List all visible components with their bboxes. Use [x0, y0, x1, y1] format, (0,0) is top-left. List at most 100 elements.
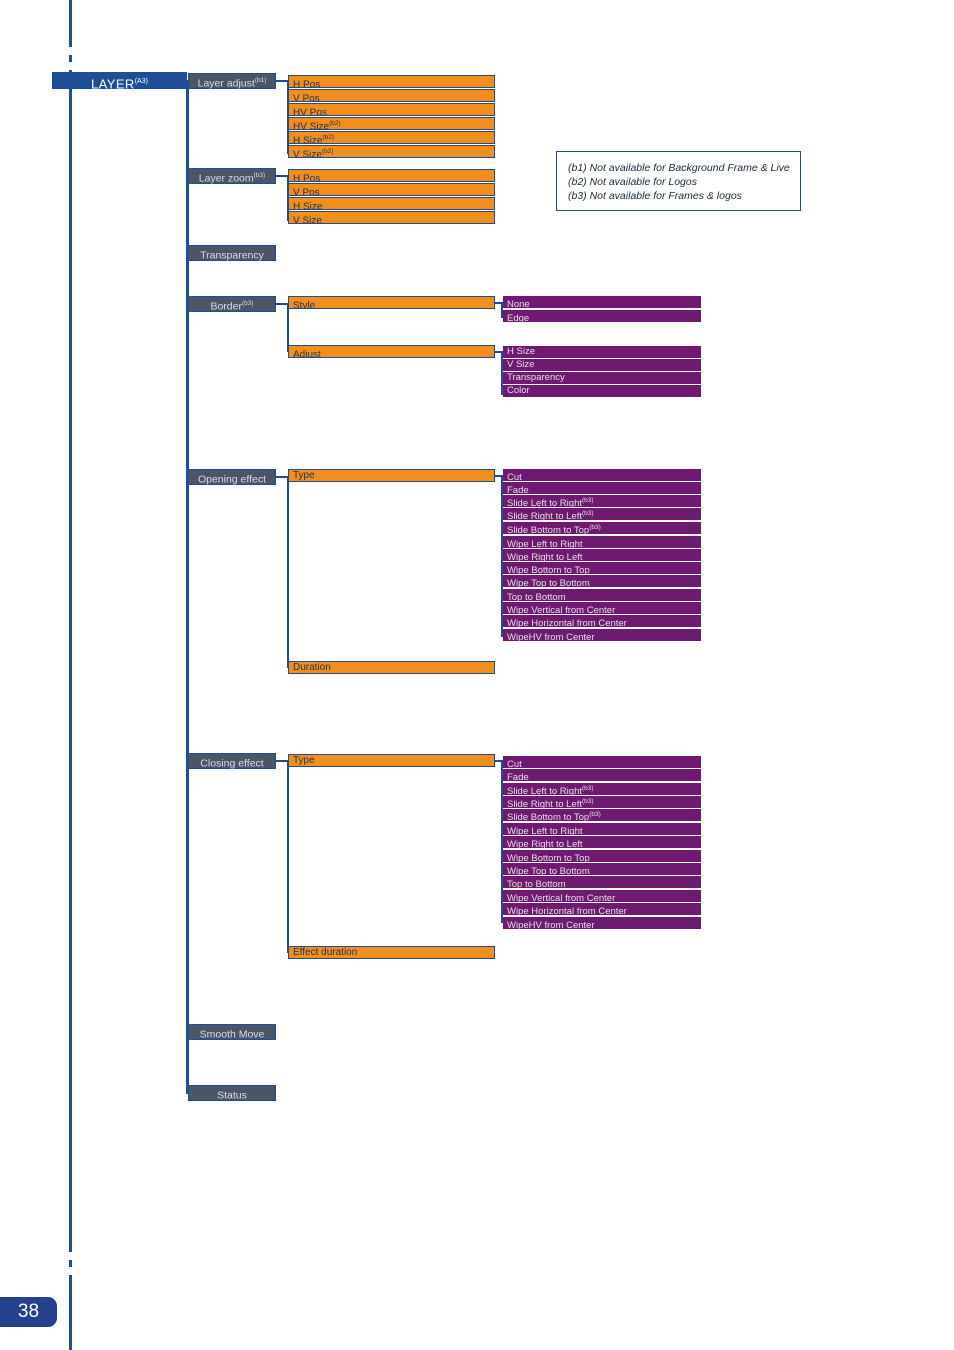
item-opening-type-slide-bottom-to-top[interactable]: Slide Bottom to Top(b3) — [503, 522, 701, 534]
item-opening-type-top-to-bottom[interactable]: Top to Bottom — [503, 589, 701, 601]
item-label: Edge — [507, 313, 530, 322]
item-closing-type-wipe-right-to-left[interactable]: Wipe Right to Left — [503, 836, 701, 848]
item-opening-type-wipe-top-to-bottom[interactable]: Wipe Top to Bottom — [503, 575, 701, 587]
menu-tree-diagram: LAYER(A3) Layer adjust(b1) H Pos V Pos H… — [0, 0, 954, 1350]
item-label: Slide Left to Right — [507, 498, 582, 507]
item-label: Effect duration — [293, 947, 358, 958]
node-status[interactable]: Status — [188, 1085, 276, 1102]
item-closing-type-slide-bottom-to-top[interactable]: Slide Bottom to Top(b3) — [503, 809, 701, 821]
node-layer-adjust-label: Layer adjust — [197, 77, 255, 90]
item-label: WipeHV from Center — [507, 632, 595, 641]
item-label: Wipe Horizontal from Center — [507, 618, 627, 627]
item-layer-adjust-v-size[interactable]: V Size(b2) — [288, 145, 495, 158]
item-label: Fade — [507, 772, 529, 781]
item-sup: (b2) — [322, 134, 335, 141]
trunk-dotted-bottom — [69, 1245, 72, 1275]
item-layer-adjust-h-pos[interactable]: H Pos — [288, 75, 495, 88]
node-root-layer-sup: (A3) — [134, 78, 148, 85]
item-closing-type-wipe-top-to-bottom[interactable]: Wipe Top to Bottom — [503, 863, 701, 875]
item-sup: (b3) — [589, 811, 601, 818]
item-opening-type[interactable]: Type — [288, 469, 495, 482]
node-opening-effect[interactable]: Opening effect — [188, 469, 276, 486]
node-opening-effect-label: Opening effect — [197, 473, 267, 486]
item-opening-type-slide-right-to-left[interactable]: Slide Right to Left(b3) — [503, 508, 701, 520]
item-label: Top to Bottom — [507, 879, 566, 888]
item-label: Wipe Top to Bottom — [507, 578, 590, 587]
item-label: WipeHV from Center — [507, 920, 595, 929]
item-opening-type-wipe-left-to-right[interactable]: Wipe Left to Right — [503, 536, 701, 548]
item-label: H Size — [293, 135, 323, 144]
node-transparency[interactable]: Transparency — [188, 245, 276, 262]
node-status-label: Status — [217, 1089, 247, 1102]
item-opening-type-slide-left-to-right[interactable]: Slide Left to Right(b3) — [503, 495, 701, 507]
item-closing-type-slide-right-to-left[interactable]: Slide Right to Left(b3) — [503, 796, 701, 808]
item-opening-type-wipe-right-to-left[interactable]: Wipe Right to Left — [503, 549, 701, 561]
item-label: Transparency — [507, 372, 565, 383]
item-layer-adjust-h-size[interactable]: H Size(b2) — [288, 131, 495, 144]
item-layer-zoom-h-size[interactable]: H Size — [288, 197, 495, 210]
item-layer-adjust-v-pos[interactable]: V Pos — [288, 89, 495, 102]
item-border-style-none[interactable]: None — [503, 296, 701, 308]
item-border-style[interactable]: Style — [288, 296, 495, 309]
item-opening-type-fade[interactable]: Fade — [503, 482, 701, 494]
item-closing-type-wipe-horizontal-center[interactable]: Wipe Horizontal from Center — [503, 903, 701, 915]
item-opening-type-wipe-vertical-center[interactable]: Wipe Vertical from Center — [503, 602, 701, 614]
item-closing-type-fade[interactable]: Fade — [503, 769, 701, 781]
legend-line-1: (b1) Not available for Background Frame … — [568, 162, 790, 174]
item-label: HV Size — [293, 121, 330, 130]
item-opening-type-cut[interactable]: Cut — [503, 469, 701, 481]
item-border-adjust-transparency[interactable]: Transparency — [503, 372, 701, 384]
item-closing-type-wipe-vertical-center[interactable]: Wipe Vertical from Center — [503, 890, 701, 902]
item-closing-type-wipe-left-to-right[interactable]: Wipe Left to Right — [503, 823, 701, 835]
item-opening-duration[interactable]: Duration — [288, 661, 495, 674]
item-border-adjust-color[interactable]: Color — [503, 385, 701, 397]
item-layer-zoom-v-size[interactable]: V Size — [288, 211, 495, 224]
item-layer-adjust-hv-pos[interactable]: HV Pos — [288, 103, 495, 116]
item-closing-type-wipe-bottom-to-top[interactable]: Wipe Bottom to Top — [503, 850, 701, 862]
item-border-style-edge[interactable]: Edge — [503, 310, 701, 322]
item-closing-type-wipehv-from-center[interactable]: WipeHV from Center — [503, 917, 701, 929]
item-closing-effect-duration[interactable]: Effect duration — [288, 946, 495, 959]
item-label: Wipe Right to Left — [507, 839, 583, 848]
item-sup: (b3) — [582, 510, 594, 517]
node-layer-adjust-sup: (b1) — [254, 77, 267, 84]
item-label: Fade — [507, 485, 529, 494]
item-opening-type-wipehv-from-center[interactable]: WipeHV from Center — [503, 629, 701, 641]
node-transparency-label: Transparency — [200, 249, 264, 262]
node-closing-effect[interactable]: Closing effect — [188, 753, 276, 770]
item-label: V Size — [293, 149, 322, 158]
item-closing-type-top-to-bottom[interactable]: Top to Bottom — [503, 876, 701, 888]
node-root-layer[interactable]: LAYER(A3) — [52, 72, 187, 91]
item-label: Adjust — [293, 349, 321, 358]
item-closing-type[interactable]: Type — [288, 754, 495, 767]
item-layer-adjust-hv-size[interactable]: HV Size(b2) — [288, 117, 495, 130]
node-closing-effect-label: Closing effect — [200, 757, 264, 770]
item-label: HV Pos — [293, 107, 327, 116]
page-number: 38 — [17, 1301, 40, 1322]
spine-closing-effect-children — [287, 760, 289, 953]
item-label: Cut — [507, 472, 522, 481]
item-label: Cut — [507, 759, 522, 768]
trunk-line-top — [69, 0, 72, 40]
item-opening-type-wipe-bottom-to-top[interactable]: Wipe Bottom to Top — [503, 562, 701, 574]
item-border-adjust-v-size[interactable]: V Size — [503, 359, 701, 371]
node-smooth-move[interactable]: Smooth Move — [188, 1024, 276, 1041]
node-layer-adjust[interactable]: Layer adjust(b1) — [188, 73, 276, 90]
legend-line-3: (b3) Not available for Frames & logos — [568, 190, 742, 202]
node-layer-zoom[interactable]: Layer zoom(b3) — [188, 168, 276, 185]
item-closing-type-slide-left-to-right[interactable]: Slide Left to Right(b3) — [503, 783, 701, 795]
item-label: H Pos — [293, 173, 321, 182]
trunk-line-main — [69, 70, 72, 1245]
item-closing-type-cut[interactable]: Cut — [503, 756, 701, 768]
item-border-adjust-h-size[interactable]: H Size — [503, 346, 701, 358]
item-layer-zoom-h-pos[interactable]: H Pos — [288, 169, 495, 182]
item-sup: (b3) — [582, 798, 594, 805]
item-label: V Size — [293, 215, 322, 224]
item-opening-type-wipe-horizontal-center[interactable]: Wipe Horizontal from Center — [503, 615, 701, 627]
item-border-adjust[interactable]: Adjust — [288, 345, 495, 358]
item-layer-zoom-v-pos[interactable]: V Pos — [288, 183, 495, 196]
item-label: Color — [507, 385, 530, 396]
item-label: Wipe Horizontal from Center — [507, 906, 627, 915]
item-label: Slide Right to Left — [507, 799, 582, 808]
node-border[interactable]: Border(b3) — [188, 296, 276, 313]
